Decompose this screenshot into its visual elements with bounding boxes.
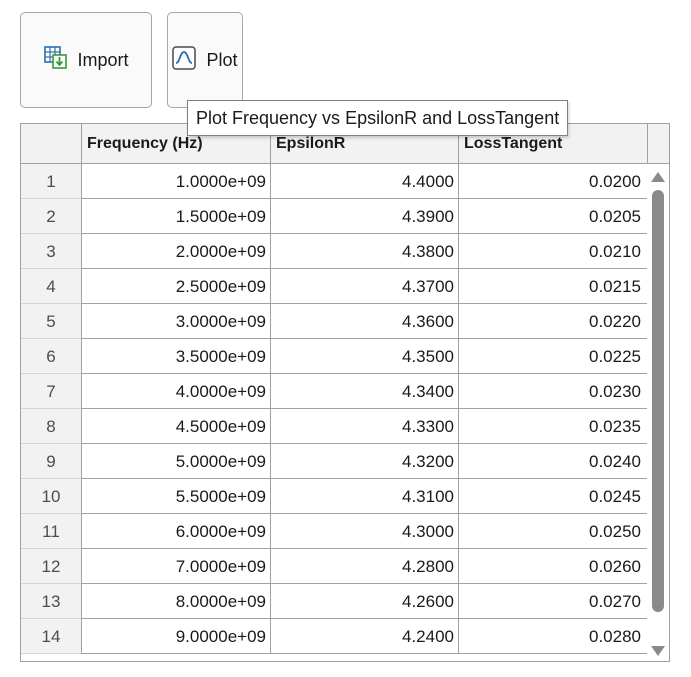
table-row[interactable]: 6 3.5000e+09 4.3500 0.0225 — [21, 339, 647, 374]
column-header-spacer — [647, 124, 669, 164]
row-number: 1 — [21, 164, 81, 199]
plot-tooltip: Plot Frequency vs EpsilonR and LossTange… — [187, 100, 569, 136]
table-body: 1 1.0000e+09 4.4000 0.0200 2 1.5000e+09 4.3900… — [21, 164, 647, 654]
cell-epsilonr[interactable]: 4.3500 — [270, 339, 458, 374]
cell-losstangent[interactable]: 0.0240 — [458, 444, 647, 479]
cell-epsilonr[interactable]: 4.2800 — [270, 549, 458, 584]
row-number: 9 — [21, 444, 81, 479]
cell-epsilonr[interactable]: 4.4000 — [270, 164, 458, 199]
cell-losstangent[interactable]: 0.0270 — [458, 584, 647, 619]
table-row[interactable]: 4 2.5000e+09 4.3700 0.0215 — [21, 269, 647, 304]
row-number: 3 — [21, 234, 81, 269]
cell-frequency[interactable]: 8.0000e+09 — [81, 584, 270, 619]
row-number: 11 — [21, 514, 81, 549]
table-row[interactable]: 1 1.0000e+09 4.4000 0.0200 — [21, 164, 647, 199]
cell-frequency[interactable]: 1.0000e+09 — [81, 164, 270, 199]
plot-label: Plot — [206, 49, 238, 70]
cell-epsilonr[interactable]: 4.2600 — [270, 584, 458, 619]
cell-frequency[interactable]: 7.0000e+09 — [81, 549, 270, 584]
cell-frequency[interactable]: 1.5000e+09 — [81, 199, 270, 234]
import-button[interactable]: Import — [20, 12, 152, 108]
table-row[interactable]: 5 3.0000e+09 4.3600 0.0220 — [21, 304, 647, 339]
cell-frequency[interactable]: 3.5000e+09 — [81, 339, 270, 374]
cell-losstangent[interactable]: 0.0235 — [458, 409, 647, 444]
cell-frequency[interactable]: 5.5000e+09 — [81, 479, 270, 514]
row-number: 10 — [21, 479, 81, 514]
table-row[interactable]: 8 4.5000e+09 4.3300 0.0235 — [21, 409, 647, 444]
cell-epsilonr[interactable]: 4.3400 — [270, 374, 458, 409]
plot-icon — [172, 45, 197, 75]
row-number: 14 — [21, 619, 81, 654]
cell-frequency[interactable]: 4.0000e+09 — [81, 374, 270, 409]
row-number: 5 — [21, 304, 81, 339]
cell-losstangent[interactable]: 0.0230 — [458, 374, 647, 409]
table-row[interactable]: 11 6.0000e+09 4.3000 0.0250 — [21, 514, 647, 549]
table-row[interactable]: 14 9.0000e+09 4.2400 0.0280 — [21, 619, 647, 654]
cell-losstangent[interactable]: 0.0250 — [458, 514, 647, 549]
cell-losstangent[interactable]: 0.0200 — [458, 164, 647, 199]
scroll-up-arrow-icon[interactable] — [651, 172, 665, 182]
cell-frequency[interactable]: 5.0000e+09 — [81, 444, 270, 479]
vertical-scrollbar[interactable] — [647, 164, 669, 661]
plot-button[interactable]: Plot — [167, 12, 243, 108]
cell-frequency[interactable]: 2.5000e+09 — [81, 269, 270, 304]
cell-losstangent[interactable]: 0.0220 — [458, 304, 647, 339]
table-row[interactable]: 9 5.0000e+09 4.3200 0.0240 — [21, 444, 647, 479]
cell-frequency[interactable]: 9.0000e+09 — [81, 619, 270, 654]
import-icon — [43, 45, 69, 76]
table-row[interactable]: 13 8.0000e+09 4.2600 0.0270 — [21, 584, 647, 619]
cell-frequency[interactable]: 2.0000e+09 — [81, 234, 270, 269]
cell-epsilonr[interactable]: 4.3600 — [270, 304, 458, 339]
cell-losstangent[interactable]: 0.0215 — [458, 269, 647, 304]
row-number: 8 — [21, 409, 81, 444]
cell-losstangent[interactable]: 0.0210 — [458, 234, 647, 269]
import-label: Import — [77, 49, 129, 70]
row-number: 6 — [21, 339, 81, 374]
row-number: 13 — [21, 584, 81, 619]
cell-epsilonr[interactable]: 4.3200 — [270, 444, 458, 479]
cell-epsilonr[interactable]: 4.3700 — [270, 269, 458, 304]
cell-losstangent[interactable]: 0.0280 — [458, 619, 647, 654]
cell-losstangent[interactable]: 0.0260 — [458, 549, 647, 584]
cell-frequency[interactable]: 3.0000e+09 — [81, 304, 270, 339]
data-table[interactable]: Frequency (Hz) EpsilonR LossTangent 1 1.0… — [20, 123, 670, 662]
cell-losstangent[interactable]: 0.0205 — [458, 199, 647, 234]
table-row[interactable]: 2 1.5000e+09 4.3900 0.0205 — [21, 199, 647, 234]
table-row[interactable]: 7 4.0000e+09 4.3400 0.0230 — [21, 374, 647, 409]
cell-epsilonr[interactable]: 4.3000 — [270, 514, 458, 549]
table-row[interactable]: 10 5.5000e+09 4.3100 0.0245 — [21, 479, 647, 514]
cell-epsilonr[interactable]: 4.3100 — [270, 479, 458, 514]
scroll-down-arrow-icon[interactable] — [651, 646, 665, 656]
cell-losstangent[interactable]: 0.0225 — [458, 339, 647, 374]
cell-epsilonr[interactable]: 4.3900 — [270, 199, 458, 234]
row-number: 4 — [21, 269, 81, 304]
cell-frequency[interactable]: 4.5000e+09 — [81, 409, 270, 444]
table-row[interactable]: 3 2.0000e+09 4.3800 0.0210 — [21, 234, 647, 269]
row-number: 12 — [21, 549, 81, 584]
row-number: 7 — [21, 374, 81, 409]
table-row[interactable]: 12 7.0000e+09 4.2800 0.0260 — [21, 549, 647, 584]
cell-epsilonr[interactable]: 4.3800 — [270, 234, 458, 269]
row-number: 2 — [21, 199, 81, 234]
cell-epsilonr[interactable]: 4.2400 — [270, 619, 458, 654]
cell-losstangent[interactable]: 0.0245 — [458, 479, 647, 514]
cell-epsilonr[interactable]: 4.3300 — [270, 409, 458, 444]
cell-frequency[interactable]: 6.0000e+09 — [81, 514, 270, 549]
scrollbar-thumb[interactable] — [652, 190, 664, 612]
